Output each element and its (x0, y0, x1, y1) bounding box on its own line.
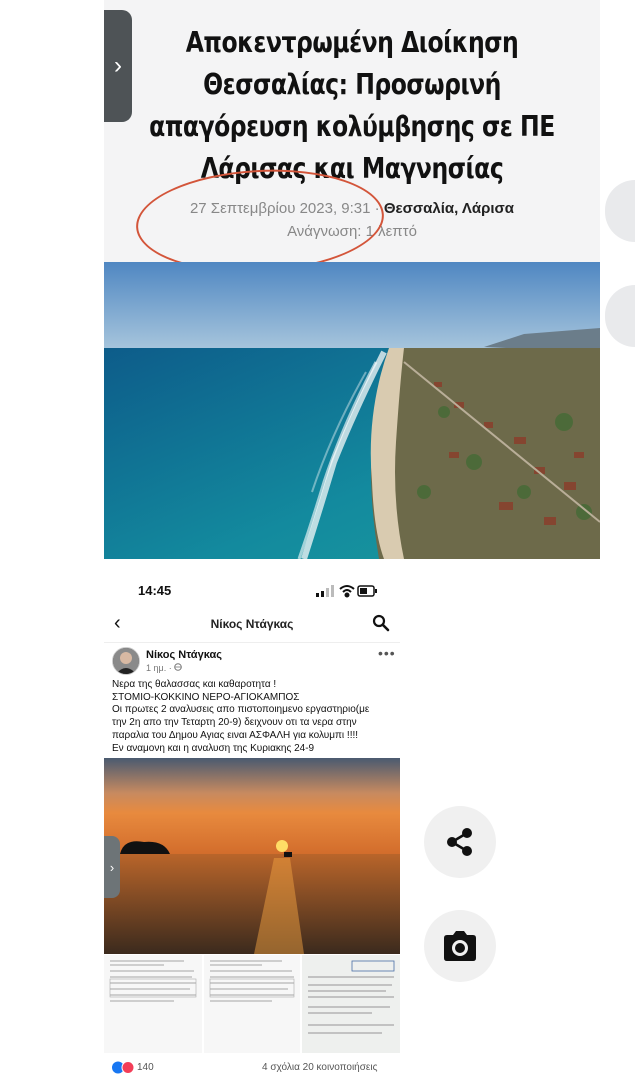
avatar[interactable] (112, 647, 140, 675)
article-meta: 27 Σεπτεμβρίου 2023, 9:31 · Θεσσαλία, Λά… (104, 200, 600, 217)
reaction-count[interactable]: 140 (137, 1062, 154, 1073)
lab-report-image[interactable] (104, 955, 202, 1053)
post-author[interactable]: Νίκος Ντάγκας (146, 649, 222, 661)
phone-status-bar: 14:45 (104, 580, 400, 604)
meta-separator: · (374, 200, 380, 217)
chevron-right-icon: › (109, 859, 115, 875)
wifi-icon (339, 585, 355, 598)
more-options-icon[interactable]: ••• (378, 645, 396, 661)
share-button[interactable] (424, 806, 496, 878)
post-line: Νερα της θαλασσας και καθαροτητα ! (112, 679, 277, 690)
battery-icon (357, 585, 377, 597)
signal-icon (316, 585, 334, 597)
article-header: Αποκεντρωμένη Διοίκηση Θεσσαλίας: Προσωρ… (104, 0, 600, 262)
search-icon[interactable] (372, 614, 390, 637)
article-tags[interactable]: Θεσσαλία, Λάρισα (384, 200, 514, 217)
post-time: 1 ημ. · (146, 663, 183, 673)
lab-report-image[interactable] (302, 955, 400, 1053)
camera-icon (444, 931, 476, 961)
edge-button[interactable] (605, 180, 635, 242)
article-date: 27 Σεπτεμβρίου 2023, 9:31 (189, 200, 371, 217)
sunset-photo[interactable] (104, 758, 400, 954)
drawer-tab[interactable]: › (104, 836, 120, 898)
beach-aerial-photo (104, 262, 600, 559)
post-time-text: 1 ημ. · (146, 663, 172, 673)
globe-icon (174, 663, 183, 673)
post-text: Νερα της θαλασσας και καθαροτητα ! ΣΤΟΜΙ… (112, 679, 402, 755)
post-line: την 2η απο την Τεταρτη 20-9) δειχνουν οτ… (112, 717, 357, 729)
status-time: 14:45 (138, 583, 172, 598)
fb-header: ‹ Νίκος Ντάγκας (104, 608, 400, 643)
love-icon (121, 1061, 135, 1074)
reaction-icons[interactable] (112, 1061, 136, 1075)
camera-button[interactable] (424, 910, 496, 982)
chevron-right-icon: › (114, 52, 122, 79)
post-line: παραλια του Δημου Αγιας ειναι ΑΣΦΑΛΗ για… (112, 729, 359, 741)
post-line: Εν αναμονη και η αναλυση της Κυριακης 24… (112, 742, 315, 754)
drawer-tab[interactable]: › (104, 10, 132, 122)
lab-report-image[interactable] (204, 955, 300, 1053)
edge-button[interactable] (605, 285, 635, 347)
comments-shares-count[interactable]: 4 σχόλια 20 κοινοποιήσεις (262, 1062, 377, 1073)
profile-name-header: Νίκος Ντάγκας (210, 617, 294, 631)
article-title: Αποκεντρωμένη Διοίκηση Θεσσαλίας: Προσωρ… (149, 26, 555, 185)
reading-time: Ανάγνωση: 1 λεπτό (287, 223, 417, 240)
share-icon (447, 828, 472, 856)
post-line: ΣΤΟΜΙΟ-ΚΟΚΚΙΝΟ ΝΕΡΟ-ΑΓΙΟΚΑΜΠΟΣ (112, 691, 300, 703)
post-line: Οι πρωτες 2 αναλυσεις απο πιστοποιημενο … (112, 704, 370, 716)
status-icons (316, 584, 378, 603)
